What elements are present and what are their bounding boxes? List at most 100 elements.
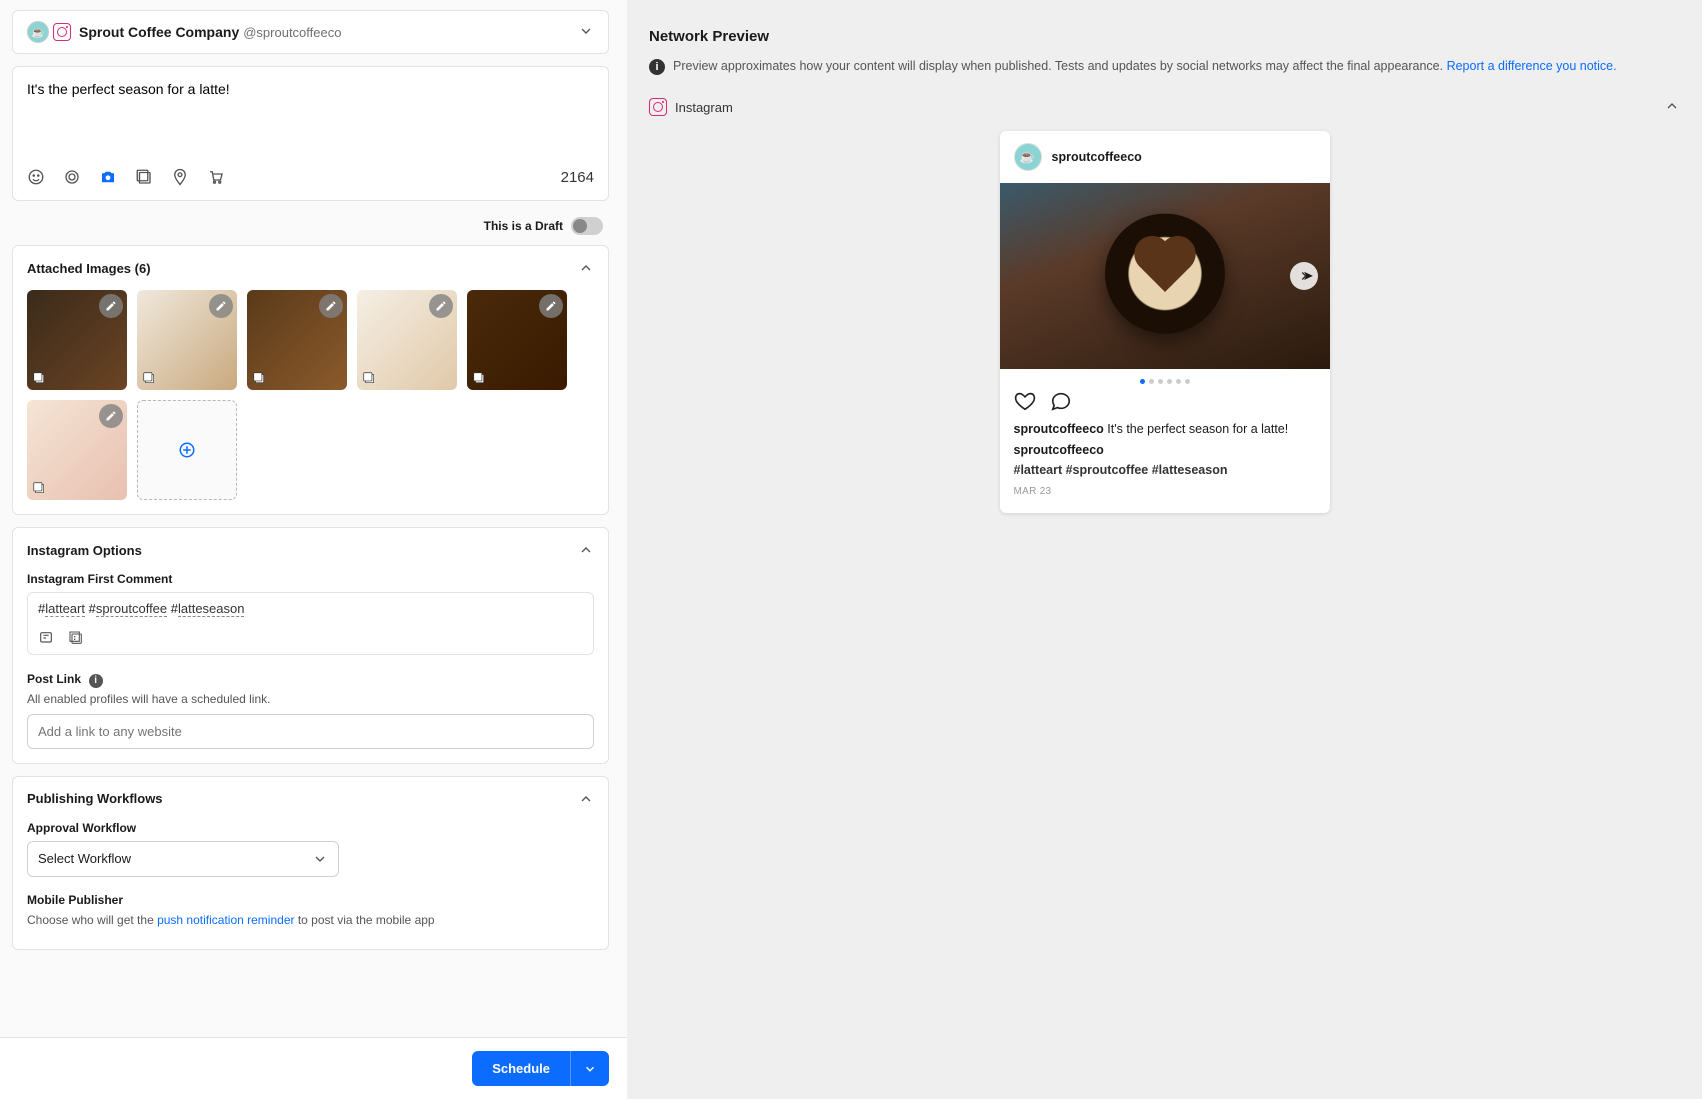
target-icon[interactable] <box>63 168 81 186</box>
attached-images-header[interactable]: Attached Images (6) <box>13 246 608 290</box>
stack-icon <box>31 370 47 386</box>
carousel-dots <box>1000 369 1330 384</box>
info-icon: i <box>649 59 665 75</box>
plus-icon <box>178 441 196 459</box>
image-thumb[interactable] <box>247 290 347 390</box>
account-handle: @sproutcoffeeco <box>243 25 341 40</box>
publishing-workflows-header[interactable]: Publishing Workflows <box>13 777 608 821</box>
image-thumb[interactable] <box>137 290 237 390</box>
preview-description: i Preview approximates how your content … <box>649 57 1680 76</box>
edit-icon[interactable] <box>99 294 123 318</box>
draft-label: This is a Draft <box>484 219 563 233</box>
chevron-up-icon <box>578 791 594 807</box>
publishing-workflows-body: Approval Workflow Select Workflow Mobile… <box>13 821 608 949</box>
attached-images-body <box>13 290 608 514</box>
compose-scroll: ☕ Sprout Coffee Company @sproutcoffeeco … <box>12 10 609 1082</box>
network-section-header[interactable]: Instagram <box>649 98 1680 117</box>
instagram-username: sproutcoffeeco <box>1052 150 1142 164</box>
heart-icon[interactable] <box>1014 390 1036 412</box>
attached-images-card: Attached Images (6) <box>12 245 609 515</box>
char-count: 2164 <box>561 169 594 186</box>
chevron-down-icon <box>583 1062 597 1076</box>
instagram-icon <box>53 23 71 41</box>
stack-icon <box>31 480 47 496</box>
camera-icon[interactable] <box>99 168 117 186</box>
edit-icon[interactable] <box>209 294 233 318</box>
approval-workflow-select[interactable]: Select Workflow <box>27 841 339 877</box>
instagram-caption: sproutcoffeeco It's the perfect season f… <box>1014 420 1316 439</box>
preview-title: Network Preview <box>649 28 1680 45</box>
location-icon[interactable] <box>171 168 189 186</box>
draft-toggle[interactable] <box>571 217 603 235</box>
compose-pane: ☕ Sprout Coffee Company @sproutcoffeeco … <box>0 0 627 1099</box>
instagram-comment-tags: #latteart #sproutcoffee #latteseason <box>1014 461 1316 480</box>
carousel-dot[interactable] <box>1149 379 1154 384</box>
image-thumb[interactable] <box>467 290 567 390</box>
cursor-icon: ➤ <box>1303 268 1314 284</box>
instagram-post-date: MAR 23 <box>1014 484 1316 499</box>
instagram-options-card: Instagram Options Instagram First Commen… <box>12 527 609 764</box>
schedule-button[interactable]: Schedule <box>472 1051 570 1086</box>
instagram-preview-header: ☕ sproutcoffeeco <box>1000 131 1330 183</box>
instagram-preview-card: ☕ sproutcoffeeco ➤ <box>1000 131 1330 513</box>
compose-card: It's the perfect season for a latte! 216… <box>12 66 609 201</box>
chevron-up-icon <box>578 260 594 276</box>
chevron-up-icon <box>578 542 594 558</box>
chevron-up-icon <box>1664 98 1680 117</box>
carousel-dot[interactable] <box>1158 379 1163 384</box>
post-link-label: Post Link <box>27 672 81 686</box>
edit-icon[interactable] <box>539 294 563 318</box>
account-selector[interactable]: ☕ Sprout Coffee Company @sproutcoffeeco <box>13 11 608 53</box>
mobile-publisher-help: Choose who will get the push notificatio… <box>27 913 594 927</box>
push-notification-link[interactable]: push notification reminder <box>157 913 294 927</box>
account-selector-card: ☕ Sprout Coffee Company @sproutcoffeeco <box>12 10 609 54</box>
post-link-help: All enabled profiles will have a schedul… <box>27 692 594 706</box>
draft-row: This is a Draft <box>12 213 609 245</box>
schedule-dropdown-button[interactable] <box>570 1051 609 1086</box>
attached-images-title: Attached Images (6) <box>27 261 151 276</box>
stack-icon <box>141 370 157 386</box>
emoji-icon[interactable] <box>27 168 45 186</box>
schedule-button-group: Schedule <box>472 1051 609 1086</box>
image-thumb[interactable] <box>27 290 127 390</box>
comment-library-icon[interactable] <box>68 630 84 646</box>
preview-pane: Network Preview i Preview approximates h… <box>627 0 1702 1099</box>
first-comment-text: #latteart #sproutcoffee #latteseason <box>38 601 244 617</box>
account-avatar: ☕ <box>27 21 49 43</box>
stack-icon <box>361 370 377 386</box>
instagram-comment-user: sproutcoffeeco <box>1014 441 1316 460</box>
footer-bar: Schedule <box>0 1037 627 1099</box>
instagram-actions <box>1000 384 1330 420</box>
edit-icon[interactable] <box>429 294 453 318</box>
mobile-publisher-label: Mobile Publisher <box>27 893 594 907</box>
edit-icon[interactable] <box>99 404 123 428</box>
select-value: Select Workflow <box>38 851 131 866</box>
post-link-input[interactable] <box>27 714 594 749</box>
info-icon[interactable]: i <box>89 674 103 688</box>
report-difference-link[interactable]: Report a difference you notice. <box>1447 59 1617 73</box>
instagram-icon <box>649 98 667 116</box>
carousel-dot[interactable] <box>1176 379 1181 384</box>
comment-icon[interactable] <box>1050 390 1072 412</box>
add-image-button[interactable] <box>137 400 237 500</box>
first-comment-label: Instagram First Comment <box>27 572 594 586</box>
carousel-next-button[interactable]: ➤ <box>1290 262 1318 290</box>
first-comment-input[interactable]: #latteart #sproutcoffee #latteseason <box>27 592 594 655</box>
cart-icon[interactable] <box>207 168 225 186</box>
instagram-options-header[interactable]: Instagram Options <box>13 528 608 572</box>
carousel-dot[interactable] <box>1185 379 1190 384</box>
publishing-workflows-card: Publishing Workflows Approval Workflow S… <box>12 776 609 950</box>
comment-asset-icon[interactable] <box>38 630 54 646</box>
instagram-options-title: Instagram Options <box>27 543 142 558</box>
asset-library-icon[interactable] <box>135 168 153 186</box>
chevron-down-icon <box>312 851 328 867</box>
carousel-dot[interactable] <box>1140 379 1145 384</box>
instagram-preview-image: ➤ <box>1000 183 1330 369</box>
carousel-dot[interactable] <box>1167 379 1172 384</box>
post-text-input[interactable]: It's the perfect season for a latte! <box>27 81 594 155</box>
stack-icon <box>471 370 487 386</box>
image-thumb[interactable] <box>27 400 127 500</box>
app-root: ☕ Sprout Coffee Company @sproutcoffeeco … <box>0 0 1702 1099</box>
edit-icon[interactable] <box>319 294 343 318</box>
image-thumb[interactable] <box>357 290 457 390</box>
